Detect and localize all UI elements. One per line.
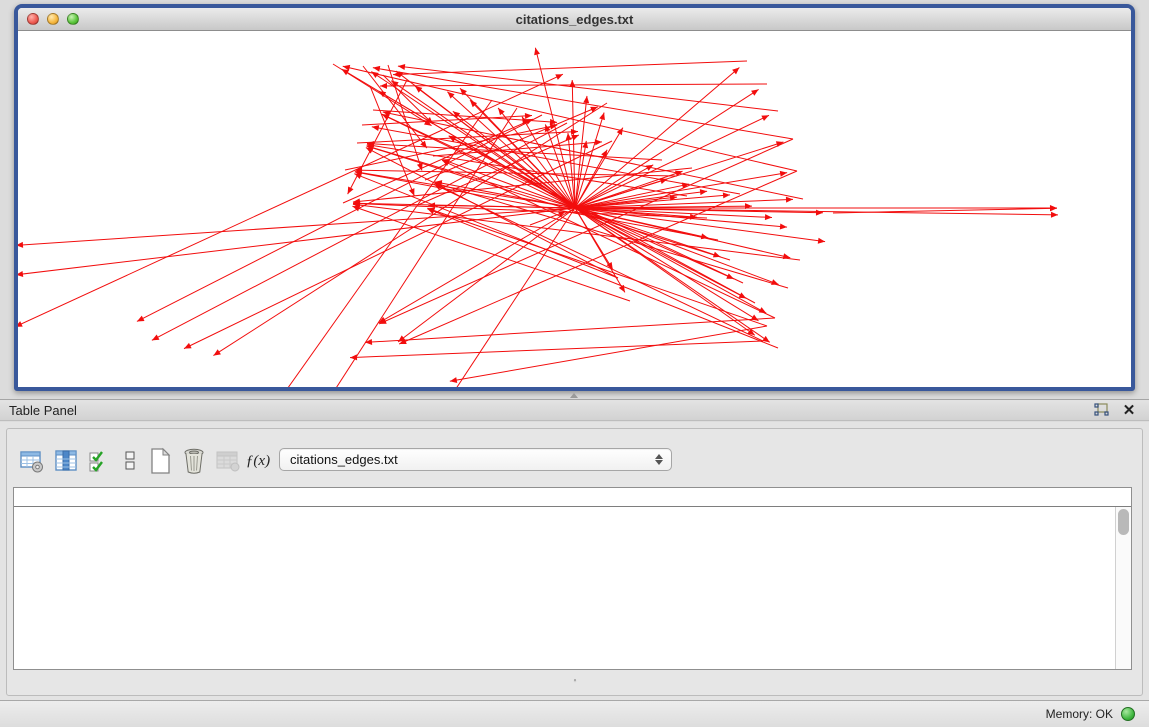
delete-table-button[interactable] [177,445,211,477]
network-window-titlebar[interactable]: citations_edges.txt [18,8,1131,31]
node-table [13,487,1132,670]
close-window-button[interactable] [27,13,39,25]
application-window: citations_edges.txt Table Panel ✕ [0,0,1149,727]
table-settings-button[interactable] [15,445,49,477]
float-panel-icon[interactable] [1093,402,1109,418]
table-type-tabs [574,679,576,681]
table-header-row [14,488,1131,507]
memory-status-indicator [1121,707,1135,721]
network-canvas[interactable] [18,31,1131,387]
window-controls [27,13,79,25]
function-builder-button[interactable]: ƒ(x) [245,445,271,477]
table-toolbar: ƒ(x) [15,443,271,479]
import-table-button[interactable] [211,445,245,477]
row-height-button[interactable] [117,445,143,477]
network-canvas-container [18,31,1131,387]
minimize-window-button[interactable] [47,13,59,25]
dropdown-stepper-icon [653,454,671,465]
status-bar: Memory: OK [0,700,1149,727]
function-icon: ƒ(x) [246,453,270,470]
new-table-button[interactable] [143,445,177,477]
scrollbar-thumb[interactable] [1118,509,1129,535]
table-panel-body: ƒ(x) citations_edges.txt [0,422,1149,700]
network-window-title: citations_edges.txt [516,12,634,27]
zoom-window-button[interactable] [67,13,79,25]
close-panel-icon[interactable]: ✕ [1121,402,1137,418]
table-panel-header: Table Panel ✕ [0,399,1149,421]
select-rows-button[interactable] [83,445,117,477]
network-view-window: citations_edges.txt [14,4,1135,391]
memory-status-label: Memory: OK [1046,707,1113,721]
table-panel-inner: ƒ(x) citations_edges.txt [6,428,1143,696]
table-panel-title: Table Panel [0,403,77,418]
table-vertical-scrollbar[interactable] [1115,507,1131,669]
table-selector-dropdown[interactable]: citations_edges.txt [279,448,672,471]
table-selector-value: citations_edges.txt [280,452,653,467]
show-columns-button[interactable] [49,445,83,477]
